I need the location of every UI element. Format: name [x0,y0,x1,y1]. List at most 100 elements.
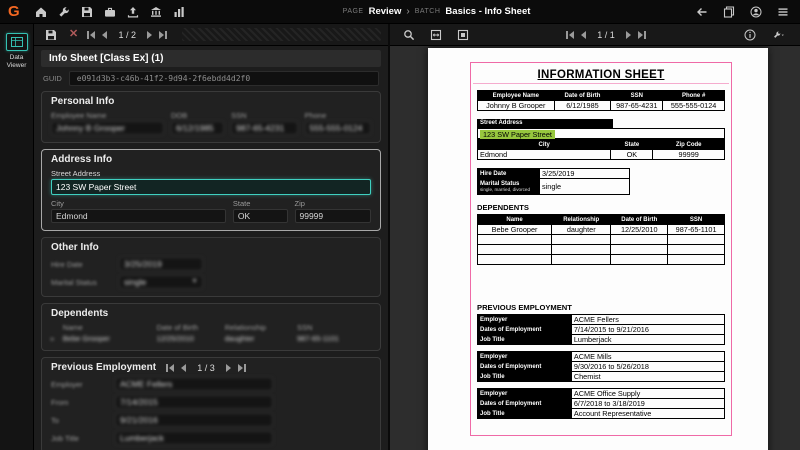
doc-dependents-table: Name Relationship Date of Birth SSN Bebe… [477,214,725,265]
zip-field[interactable]: 99999 [295,209,372,223]
employment-next-button[interactable] [226,364,231,372]
doc-empty-row [478,245,725,255]
doc-header-cell: Employer [478,315,572,325]
page-value[interactable]: Review [369,6,402,17]
city-label: City [51,199,226,208]
record-pager: 1 / 2 [87,30,167,40]
menu-icon[interactable] [773,3,792,21]
last-record-button[interactable] [159,31,167,39]
toolbar-hatch-area [182,28,381,41]
doc-street-address-value: 123 SW Paper Street [477,128,725,139]
viewer-settings-icon[interactable] [767,26,791,44]
doc-header-cell: Employee Name [478,91,555,101]
tool-sidebar: Data Viewer [0,24,34,450]
street-address-label: Street Address [51,169,371,178]
doc-header-cell: Zip Code [653,140,725,150]
doc-value-cell: Chemist [571,372,724,382]
back-arrow-icon[interactable] [692,3,711,21]
next-record-button[interactable] [147,31,152,39]
employment-prev-button[interactable] [181,364,186,372]
ssn-field[interactable]: 987-65-4231 [231,121,297,135]
dob-field[interactable]: 6/12/1985 [171,121,224,135]
document-title: INFORMATION SHEET [477,69,725,81]
upload-icon[interactable] [124,3,143,21]
job-title-field[interactable]: Lumberjack [115,431,273,445]
ssn-label: SSN [231,111,297,120]
doc-header-cell: Date of Birth [611,215,668,225]
employment-pager-value: 1 / 3 [193,363,219,373]
doc-value-cell: ACME Office Supply [571,389,724,399]
dependents-header-row: Name Date of Birth Relationship SSN [51,323,371,332]
bank-icon[interactable] [147,3,166,21]
dep-ssn-header: SSN [297,323,371,332]
doc-subtext: single, married, divorced [480,187,537,193]
previous-employment-title: Previous Employment [51,362,156,373]
doc-header-cell: Dates of Employment [478,399,572,409]
doc-value-cell: 99999 [653,150,725,160]
home-icon[interactable] [32,3,51,21]
page-pager: 1 / 1 [566,30,646,40]
first-page-button[interactable] [566,31,574,39]
save-icon[interactable] [78,3,97,21]
account-icon[interactable] [746,3,765,21]
document-extraction-zone: INFORMATION SHEET Employee Name Date of … [470,62,732,436]
fit-width-icon[interactable] [426,26,445,44]
employment-first-button[interactable] [166,364,174,372]
topbar-right-actions [692,3,792,21]
sidebar-item-data-viewer[interactable]: Data Viewer [2,33,32,71]
employer-field[interactable]: ACME Fellers [115,377,273,391]
document-viewer-panel: 1 / 1 INFORMATION SHEET [390,24,800,450]
first-record-button[interactable] [87,31,95,39]
prev-page-button[interactable] [581,31,586,39]
city-field[interactable]: Edmond [51,209,226,223]
prev-record-button[interactable] [102,31,107,39]
info-icon[interactable] [740,26,759,44]
doc-header-cell: Date of Birth [554,91,611,101]
phone-field[interactable]: 555-555-0124 [305,121,371,135]
zoom-icon[interactable] [399,26,418,44]
document-page[interactable]: INFORMATION SHEET Employee Name Date of … [428,48,768,450]
chart-icon[interactable] [170,3,189,21]
to-field[interactable]: 9/21/2016 [115,413,273,427]
doc-empty-row [478,235,725,245]
row-expand-icon[interactable]: ▸ [51,335,59,343]
main-area: Data Viewer ✕ 1 / 2 Info Shee [0,24,800,450]
doc-value-cell: 6/12/1985 [554,101,611,111]
doc-value-cell: ACME Fellers [571,315,724,325]
breadcrumb-separator-icon: › [406,6,409,17]
street-address-field[interactable]: 123 SW Paper Street [51,179,371,195]
employment-pager: 1 / 3 [166,363,246,373]
other-info-title: Other Info [51,242,371,253]
next-page-button[interactable] [626,31,631,39]
doc-employment-title: PREVIOUS EMPLOYMENT [477,303,725,312]
doc-employee-table: Employee Name Date of Birth SSN Phone # … [477,90,725,111]
employee-name-field[interactable]: Johnny B Grooper [51,121,164,135]
marital-status-dropdown[interactable]: single ▼ [119,275,203,289]
dependents-row[interactable]: ▸ Bebe Grooper 12/25/2010 daughter 987-6… [51,334,371,343]
doc-empty-row [478,255,725,265]
form-toolbar: ✕ 1 / 2 [34,24,388,46]
record-pager-value: 1 / 2 [114,30,140,40]
last-page-button[interactable] [638,31,646,39]
fit-page-icon[interactable] [453,26,472,44]
from-field[interactable]: 7/14/2015 [115,395,273,409]
doc-city-table: City State Zip Code Edmond OK 99999 [477,139,725,160]
save-record-icon[interactable] [41,26,60,44]
top-menu-bar: G PAGE Review › BATCH Basics - Info Shee… [0,0,800,24]
viewer-canvas[interactable]: INFORMATION SHEET Employee Name Date of … [390,46,800,450]
state-field[interactable]: OK [233,209,288,223]
doc-value-cell: 987-65-1101 [668,225,725,235]
hire-date-field[interactable]: 3/25/2019 [119,257,203,271]
delete-record-icon[interactable]: ✕ [69,29,78,40]
personal-info-title: Personal Info [51,96,371,107]
tools-icon[interactable] [55,3,74,21]
section-other-info: Other Info Hire Date 3/25/2019 Marital S… [41,237,381,297]
batch-value[interactable]: Basics - Info Sheet [445,6,530,17]
doc-header-cell: Relationship [552,215,611,225]
copy-pages-icon[interactable] [719,3,738,21]
data-entry-panel: ✕ 1 / 2 Info Sheet [Class Ex] (1) GUID e… [34,24,390,450]
doc-header-cell: Employer [478,389,572,399]
employment-last-button[interactable] [238,364,246,372]
briefcase-icon[interactable] [101,3,120,21]
section-dependents: Dependents Name Date of Birth Relationsh… [41,303,381,351]
